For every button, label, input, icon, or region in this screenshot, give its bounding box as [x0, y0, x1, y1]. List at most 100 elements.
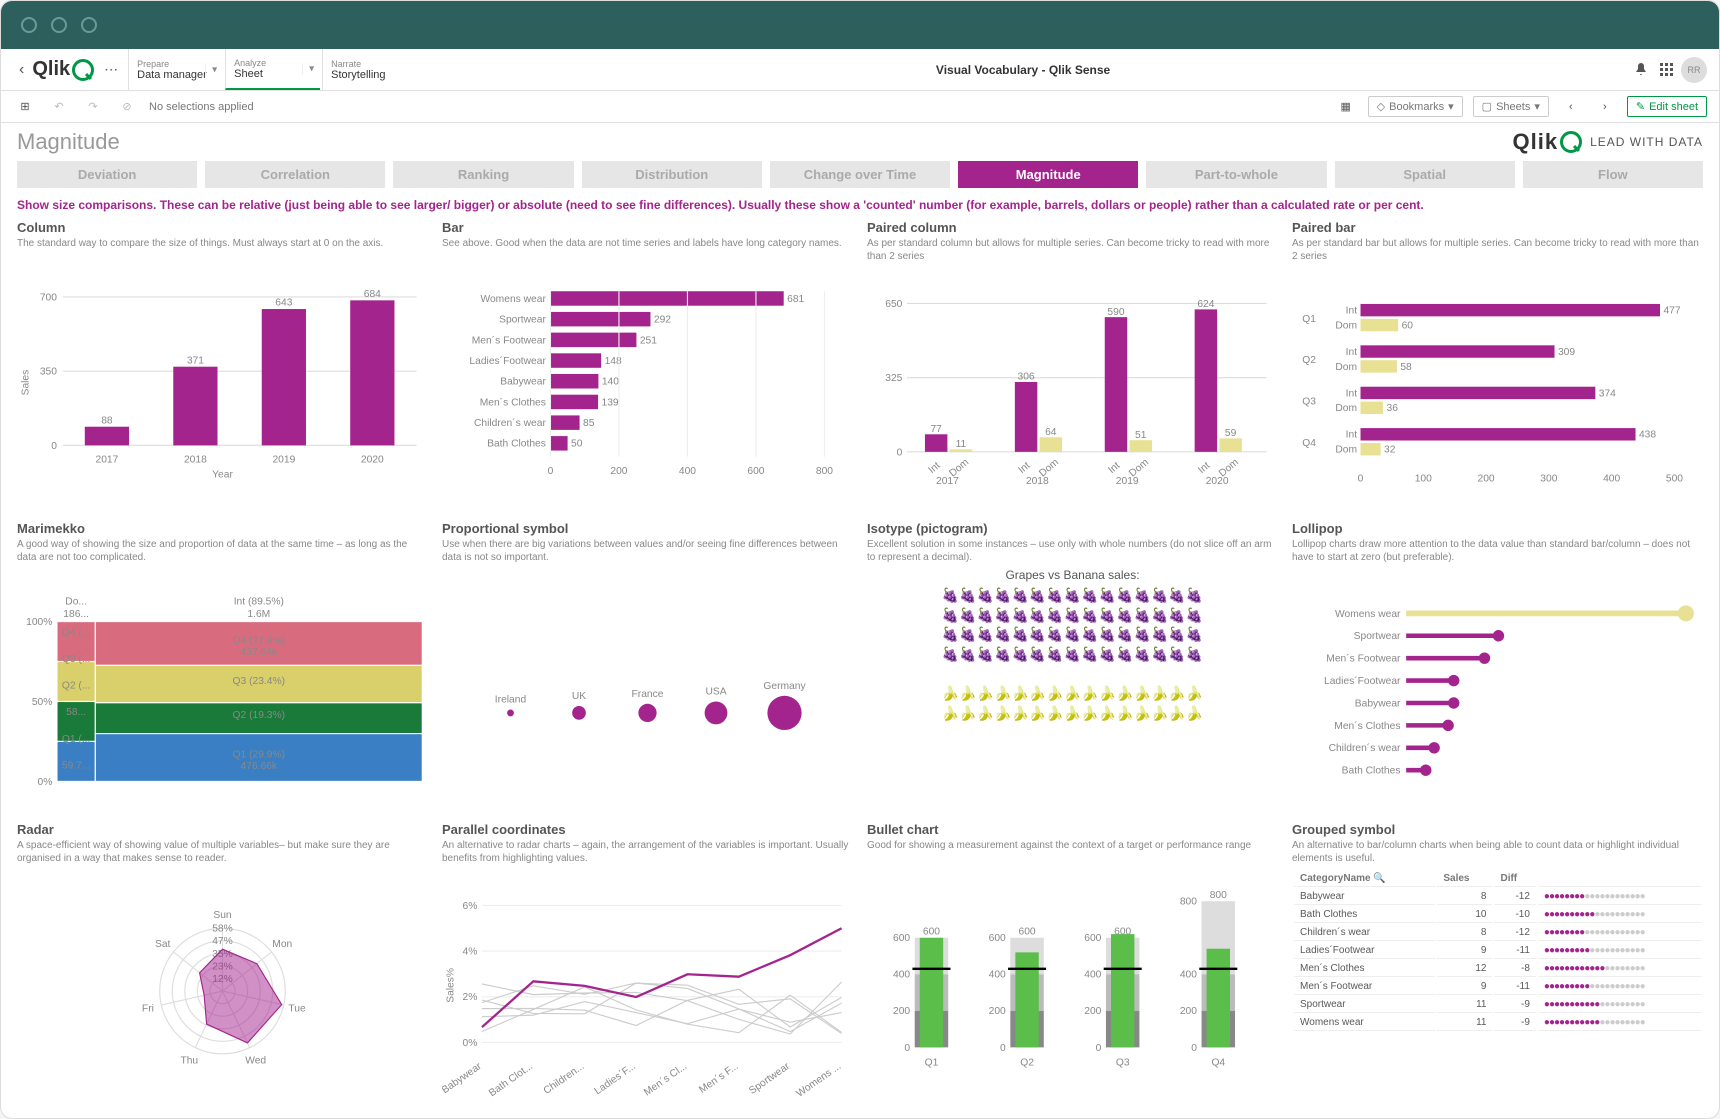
- svg-text:88: 88: [101, 415, 113, 426]
- search-selections-icon[interactable]: ⊞: [13, 95, 37, 119]
- radar-chart[interactable]: SunMonTueWedThuFriSat12%23%35%47%58%: [17, 869, 428, 1102]
- table-row[interactable]: Men´s Footwear9-11●●●●●●●●●●●●●●●●●●●●: [1294, 979, 1701, 995]
- chevron-down-icon[interactable]: ▾: [205, 64, 217, 75]
- top-nav: ‹ Qlik ⋯ Prepare Data manager ▾ Analyze …: [1, 49, 1719, 91]
- svg-text:0: 0: [1191, 1043, 1197, 1054]
- chevron-down-icon[interactable]: ▾: [302, 63, 314, 74]
- paired-column-chart[interactable]: 032565077Int11Dom2017306Int64Dom2018590I…: [867, 267, 1278, 511]
- svg-text:0: 0: [897, 447, 903, 458]
- avatar[interactable]: RR: [1681, 57, 1707, 83]
- svg-text:0%: 0%: [463, 1038, 478, 1049]
- svg-text:Dom: Dom: [1335, 403, 1357, 414]
- proportional-symbol-chart[interactable]: IrelandUKFranceUSAGermany: [442, 568, 853, 812]
- lollipop-chart[interactable]: Womens wearSportwearMen´s FootwearLadies…: [1292, 568, 1703, 812]
- svg-text:Men´s Footwear: Men´s Footwear: [1326, 653, 1401, 665]
- table-row[interactable]: Ladies´Footwear9-11●●●●●●●●●●●●●●●●●●●●: [1294, 943, 1701, 959]
- tab-correlation[interactable]: Correlation: [205, 161, 385, 188]
- grouped-symbol-table[interactable]: CategoryName 🔍SalesDiffBabywear8-12●●●●●…: [1292, 869, 1703, 1102]
- bell-icon[interactable]: [1629, 58, 1653, 82]
- svg-text:Bath Clothes: Bath Clothes: [487, 439, 546, 450]
- svg-text:Children...: Children...: [542, 1061, 587, 1097]
- svg-text:59: 59: [1225, 428, 1237, 439]
- svg-text:200: 200: [989, 1007, 1006, 1018]
- cell-marimekko: Marimekko A good way of showing the size…: [17, 521, 428, 812]
- cell-column: Column The standard way to compare the s…: [17, 220, 428, 511]
- svg-text:600: 600: [923, 927, 940, 938]
- svg-text:800: 800: [1180, 897, 1197, 908]
- svg-text:Q2 (19.3%): Q2 (19.3%): [233, 710, 286, 721]
- svg-text:0: 0: [904, 1043, 910, 1054]
- table-row[interactable]: Children´s wear8-12●●●●●●●●●●●●●●●●●●●●: [1294, 925, 1701, 941]
- table-row[interactable]: Men´s Clothes12-8●●●●●●●●●●●●●●●●●●●●: [1294, 961, 1701, 977]
- page-title: Magnitude: [17, 129, 120, 155]
- window-dot[interactable]: [51, 17, 67, 33]
- bar-chart[interactable]: Womens wear681Sportwear292Men´s Footwear…: [442, 254, 853, 511]
- svg-text:64: 64: [1045, 427, 1057, 438]
- svg-text:0%: 0%: [38, 777, 53, 788]
- svg-text:186...: 186...: [63, 609, 89, 620]
- table-row[interactable]: Womens wear11-9●●●●●●●●●●●●●●●●●●●●: [1294, 1015, 1701, 1031]
- svg-text:200: 200: [1478, 474, 1495, 485]
- back-arrow-icon[interactable]: ‹: [13, 61, 30, 79]
- tab-part-to-whole[interactable]: Part-to-whole: [1146, 161, 1326, 188]
- sheets-button[interactable]: ▢ Sheets ▾: [1473, 96, 1549, 117]
- tab-flow[interactable]: Flow: [1523, 161, 1703, 188]
- svg-text:Q4: Q4: [1302, 438, 1316, 449]
- isotype-chart[interactable]: Grapes vs Banana sales:🍇🍇🍇🍇🍇🍇🍇🍇🍇🍇🍇🍇🍇🍇🍇🍇🍇…: [867, 568, 1278, 812]
- parallel-coordinates-chart[interactable]: 0%2%4%6%Sales%BabywearBath Clot...Childr…: [442, 869, 853, 1102]
- svg-text:2017: 2017: [936, 476, 959, 487]
- bookmarks-button[interactable]: ◇ Bookmarks ▾: [1368, 96, 1463, 117]
- svg-text:11: 11: [956, 439, 967, 450]
- bullet-chart[interactable]: Q10200400600600Q20200400600600Q302004006…: [867, 856, 1278, 1102]
- table-row[interactable]: Sportwear11-9●●●●●●●●●●●●●●●●●●●●: [1294, 997, 1701, 1013]
- svg-text:309: 309: [1558, 347, 1575, 358]
- svg-text:400: 400: [989, 970, 1006, 981]
- svg-text:Men´s Clothes: Men´s Clothes: [480, 396, 546, 408]
- paired-bar-chart[interactable]: Q1Int477Dom60Q2Int309Dom58Q3Int374Dom36Q…: [1292, 267, 1703, 511]
- tab-distribution[interactable]: Distribution: [582, 161, 762, 188]
- svg-text:4%: 4%: [463, 947, 478, 958]
- edit-sheet-button[interactable]: ✎ Edit sheet: [1627, 96, 1707, 117]
- svg-text:Int (89.5%): Int (89.5%): [234, 597, 284, 608]
- nav-narrate[interactable]: Narrate Storytelling: [322, 49, 417, 90]
- svg-text:477: 477: [1663, 306, 1680, 317]
- cell-paired-bar: Paired bar As per standard bar but allow…: [1292, 220, 1703, 511]
- svg-text:Int: Int: [1346, 347, 1358, 358]
- svg-text:325: 325: [885, 373, 902, 384]
- tab-magnitude[interactable]: Magnitude: [958, 161, 1138, 188]
- nav-analyze[interactable]: Analyze Sheet ▾: [225, 49, 320, 90]
- more-menu-icon[interactable]: ⋯: [96, 61, 126, 78]
- column-chart[interactable]: 0350700882017371201864320196842020YearSa…: [17, 254, 428, 511]
- svg-text:Womens wear: Womens wear: [1335, 609, 1401, 620]
- svg-text:58...: 58...: [66, 707, 86, 718]
- apps-grid-icon[interactable]: [1655, 58, 1679, 82]
- tab-ranking[interactable]: Ranking: [393, 161, 573, 188]
- insight-advisor-icon[interactable]: ▦: [1334, 95, 1358, 119]
- window-dot[interactable]: [21, 17, 37, 33]
- svg-text:Year: Year: [212, 469, 233, 480]
- svg-text:77: 77: [930, 424, 942, 435]
- svg-text:400: 400: [893, 970, 910, 981]
- svg-text:600: 600: [1018, 927, 1035, 938]
- tab-deviation[interactable]: Deviation: [17, 161, 197, 188]
- table-row[interactable]: Babywear8-12●●●●●●●●●●●●●●●●●●●●: [1294, 889, 1701, 905]
- svg-text:681: 681: [787, 294, 804, 305]
- svg-text:Ladies´Footwear: Ladies´Footwear: [469, 355, 546, 367]
- svg-text:684: 684: [364, 289, 381, 300]
- prev-sheet-icon[interactable]: ‹: [1559, 95, 1583, 119]
- svg-text:Womens ...: Womens ...: [795, 1061, 844, 1100]
- window-dot[interactable]: [81, 17, 97, 33]
- selections-status: No selections applied: [149, 101, 254, 113]
- svg-text:0: 0: [1358, 474, 1364, 485]
- svg-text:USA: USA: [705, 687, 726, 698]
- tab-change-over-time[interactable]: Change over Time: [770, 161, 950, 188]
- svg-text:2%: 2%: [463, 992, 478, 1003]
- marimekko-chart[interactable]: 0%50%100%Do...186...Q4 (...Q3 (...Q2 (..…: [17, 568, 428, 812]
- table-row[interactable]: Bath Clothes10-10●●●●●●●●●●●●●●●●●●●●: [1294, 907, 1701, 923]
- nav-prepare[interactable]: Prepare Data manager ▾: [128, 49, 223, 90]
- svg-text:600: 600: [893, 933, 910, 944]
- tab-spatial[interactable]: Spatial: [1335, 161, 1515, 188]
- svg-text:0: 0: [1000, 1043, 1006, 1054]
- svg-text:2018: 2018: [1026, 476, 1049, 487]
- next-sheet-icon[interactable]: ›: [1593, 95, 1617, 119]
